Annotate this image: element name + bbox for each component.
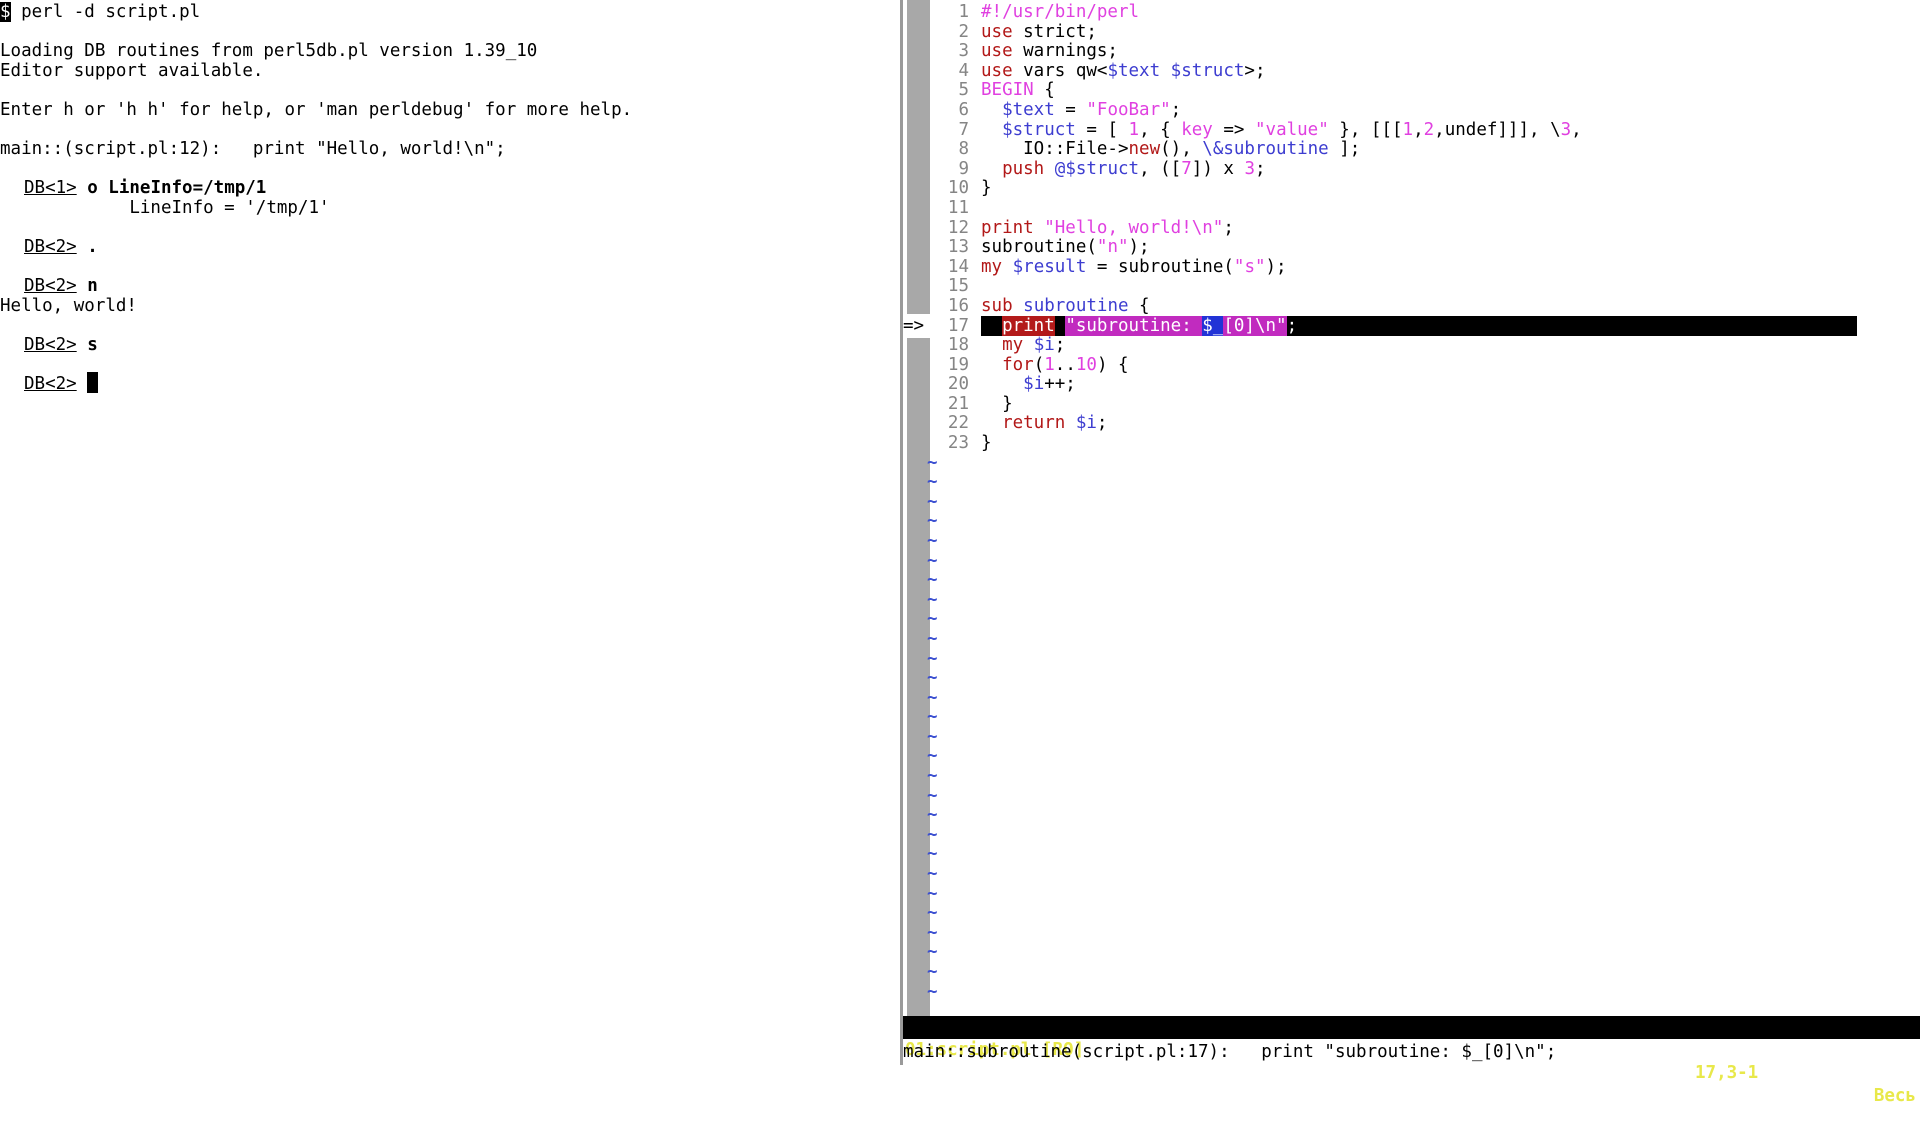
code-text: my xyxy=(1002,335,1024,355)
db-prompt: DB<2> xyxy=(24,374,77,394)
code-text: "FooBar" xyxy=(1086,100,1171,120)
code-text: } xyxy=(981,178,992,198)
terminal-cursor xyxy=(87,372,99,393)
vim-editor-pane[interactable]: => 1 #!/usr/bin/perl 2 use strict; 3 use wa… xyxy=(903,0,1920,1080)
line-number: 23 xyxy=(947,433,969,453)
code-text: use xyxy=(981,41,1013,61)
code-text: BEGIN xyxy=(981,80,1034,100)
code-text: $i xyxy=(1075,413,1097,433)
code-text: subroutine xyxy=(1023,296,1129,316)
code-text: warnings; xyxy=(1012,41,1118,61)
terminal-command-line: $ perl -d script.pl xyxy=(0,0,200,24)
db-prompt-line: DB<2> . xyxy=(24,235,98,259)
code-text: ]; xyxy=(1328,139,1361,159)
db-prompt: DB<2> xyxy=(24,276,77,296)
status-cursor-position: 17,3-1 xyxy=(1695,1063,1759,1083)
db-prompt: DB<2> xyxy=(24,237,77,257)
code-text: ); xyxy=(1128,237,1150,257)
code-text: (), xyxy=(1160,139,1203,159)
code-text: "n" xyxy=(1096,237,1129,257)
code-text: $text xyxy=(1002,100,1055,120)
shell-prompt: $ xyxy=(0,2,11,22)
code-text: = xyxy=(1054,100,1087,120)
vim-command-line[interactable]: main::subroutine(script.pl:17): print "s… xyxy=(903,1040,1556,1064)
code-text: new xyxy=(1128,139,1161,159)
code-line[interactable]: 23} xyxy=(933,431,1920,455)
code-text: \&subroutine xyxy=(1202,139,1329,159)
terminal-pane[interactable]: $ perl -d script.pl Loading DB routines … xyxy=(0,0,900,1075)
db-prompt: DB<2> xyxy=(24,335,77,355)
code-text: $i xyxy=(1033,335,1055,355)
lineinfo-output: LineInfo = '/tmp/1' xyxy=(24,198,330,218)
db-command: . xyxy=(87,237,98,257)
code-text: subroutine( xyxy=(981,237,1097,257)
code-text: IO::File-> xyxy=(981,139,1129,159)
code-text: { xyxy=(1128,296,1150,316)
screen: $ perl -d script.pl Loading DB routines … xyxy=(0,0,1920,1106)
code-text: sub xyxy=(981,296,1013,316)
db-command: o LineInfo=/tmp/1 xyxy=(87,178,267,198)
program-output: Hello, world! xyxy=(0,296,137,316)
editor-support-line: Editor support available. xyxy=(0,61,264,81)
empty-line-tilde: ~ xyxy=(927,982,938,1002)
db-active-prompt-line[interactable]: DB<2> xyxy=(24,372,99,396)
code-text: ; xyxy=(1096,413,1108,433)
code-text: $i xyxy=(1023,374,1045,394)
current-line-marker: => xyxy=(903,314,931,338)
db-prompt-line: DB<2> s xyxy=(24,333,98,357)
code-text: ; xyxy=(1054,335,1066,355)
code-text: ++; xyxy=(1044,374,1076,394)
code-text: #!/usr/bin/perl xyxy=(981,2,1140,22)
code-text: } xyxy=(981,433,992,453)
db-command: n xyxy=(87,276,98,296)
code-text: { xyxy=(1033,80,1055,100)
debugger-location-line: main::(script.pl:12): print "Hello, worl… xyxy=(0,139,506,159)
vim-status-line: 01:script.pl [RO] 17,3-1 Весь xyxy=(903,1016,1920,1106)
db-prompt: DB<1> xyxy=(24,178,77,198)
db-command: s xyxy=(87,335,98,355)
status-scroll-percent: Весь xyxy=(1873,1086,1916,1106)
help-hint-line: Enter h or 'h h' for help, or 'man perld… xyxy=(0,100,633,120)
shell-command: perl -d script.pl xyxy=(10,2,201,22)
code-text: ; xyxy=(1170,100,1182,120)
code-text: return xyxy=(1002,413,1066,433)
